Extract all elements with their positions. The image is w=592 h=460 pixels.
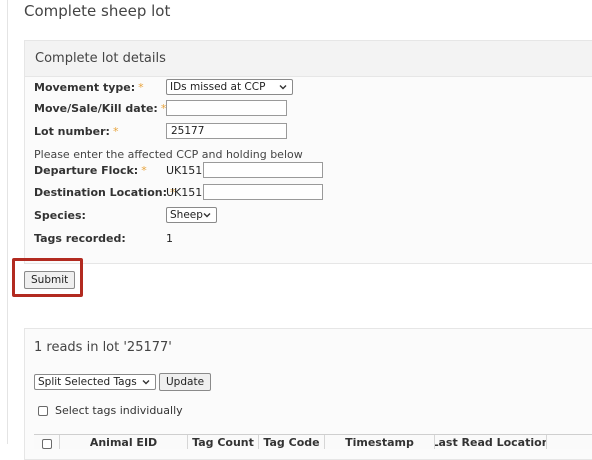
tags-recorded-label: Tags recorded: bbox=[34, 231, 126, 245]
destination-location-input[interactable] bbox=[203, 184, 324, 200]
lot-number-input[interactable]: 25177 bbox=[166, 123, 287, 139]
departure-flock-row: Departure Flock: * bbox=[34, 161, 147, 179]
movement-type-value: IDs missed at CCP bbox=[170, 81, 266, 93]
species-label: Species: bbox=[34, 208, 86, 222]
ccp-note: Please enter the affected CCP and holdin… bbox=[34, 148, 303, 161]
select-individually-checkbox[interactable] bbox=[38, 405, 48, 416]
lot-number-row: Lot number: * bbox=[34, 122, 118, 140]
tags-recorded-value: 1 bbox=[166, 231, 173, 245]
update-button[interactable]: Update bbox=[159, 373, 212, 391]
destination-location-row: Destination Location: * bbox=[34, 183, 176, 201]
page-title: Complete sheep lot bbox=[24, 2, 171, 20]
move-date-input[interactable] bbox=[166, 100, 287, 116]
select-individually-label: Select tags individually bbox=[55, 404, 183, 417]
column-header-tag-code[interactable]: Tag Code bbox=[259, 435, 325, 449]
movement-type-select[interactable]: IDs missed at CCP bbox=[166, 79, 293, 95]
required-marker: * bbox=[138, 80, 144, 94]
departure-flock-input[interactable] bbox=[203, 162, 324, 178]
select-all-cell bbox=[34, 435, 60, 449]
species-value: Sheep bbox=[170, 209, 203, 221]
movement-type-label: Movement type: bbox=[34, 80, 136, 94]
destination-location-field: UK151 bbox=[166, 183, 324, 201]
reads-title: 1 reads in lot '25177' bbox=[34, 340, 172, 355]
required-marker: * bbox=[141, 163, 147, 177]
tags-recorded-row: Tags recorded: bbox=[34, 229, 126, 247]
chevron-down-icon bbox=[279, 85, 287, 90]
move-date-label: Move/Sale/Kill date: bbox=[34, 101, 158, 115]
submit-button[interactable]: Submit bbox=[24, 271, 76, 289]
required-marker: * bbox=[112, 124, 119, 138]
reads-table-header: Animal EID Tag Count Tag Code Timestamp … bbox=[34, 434, 592, 449]
departure-flock-prefix: UK151 bbox=[166, 163, 203, 177]
column-header-extra bbox=[547, 435, 592, 449]
select-individually-row: Select tags individually bbox=[38, 404, 183, 417]
departure-flock-field: UK151 bbox=[166, 161, 324, 179]
chevron-down-icon bbox=[142, 380, 150, 385]
column-header-tag-count[interactable]: Tag Count bbox=[188, 435, 259, 449]
species-field: Sheep bbox=[166, 206, 217, 224]
departure-flock-label: Departure Flock: bbox=[34, 163, 139, 177]
tags-recorded-field: 1 bbox=[166, 229, 173, 247]
chevron-down-icon bbox=[203, 213, 211, 218]
select-all-checkbox[interactable] bbox=[41, 439, 52, 449]
split-action-select[interactable]: Split Selected Tags bbox=[34, 374, 156, 390]
species-row: Species: bbox=[34, 206, 86, 224]
destination-location-label: Destination Location: bbox=[34, 185, 167, 199]
page-left-border bbox=[7, 0, 8, 444]
destination-location-prefix: UK151 bbox=[166, 185, 203, 199]
move-date-row: Move/Sale/Kill date: * bbox=[34, 99, 166, 117]
split-action-value: Split Selected Tags bbox=[38, 376, 137, 388]
movement-type-row: Movement type: * bbox=[34, 78, 144, 96]
column-header-animal-eid[interactable]: Animal EID bbox=[60, 435, 188, 449]
column-header-timestamp[interactable]: Timestamp bbox=[325, 435, 435, 449]
species-select[interactable]: Sheep bbox=[166, 207, 217, 223]
movement-type-field: IDs missed at CCP bbox=[166, 78, 293, 96]
lot-number-label: Lot number: bbox=[34, 124, 110, 138]
column-header-last-read-location[interactable]: Last Read Location bbox=[435, 435, 547, 449]
move-date-field bbox=[166, 99, 287, 117]
lot-number-field: 25177 bbox=[166, 122, 287, 140]
lot-details-header: Complete lot details bbox=[25, 41, 592, 77]
